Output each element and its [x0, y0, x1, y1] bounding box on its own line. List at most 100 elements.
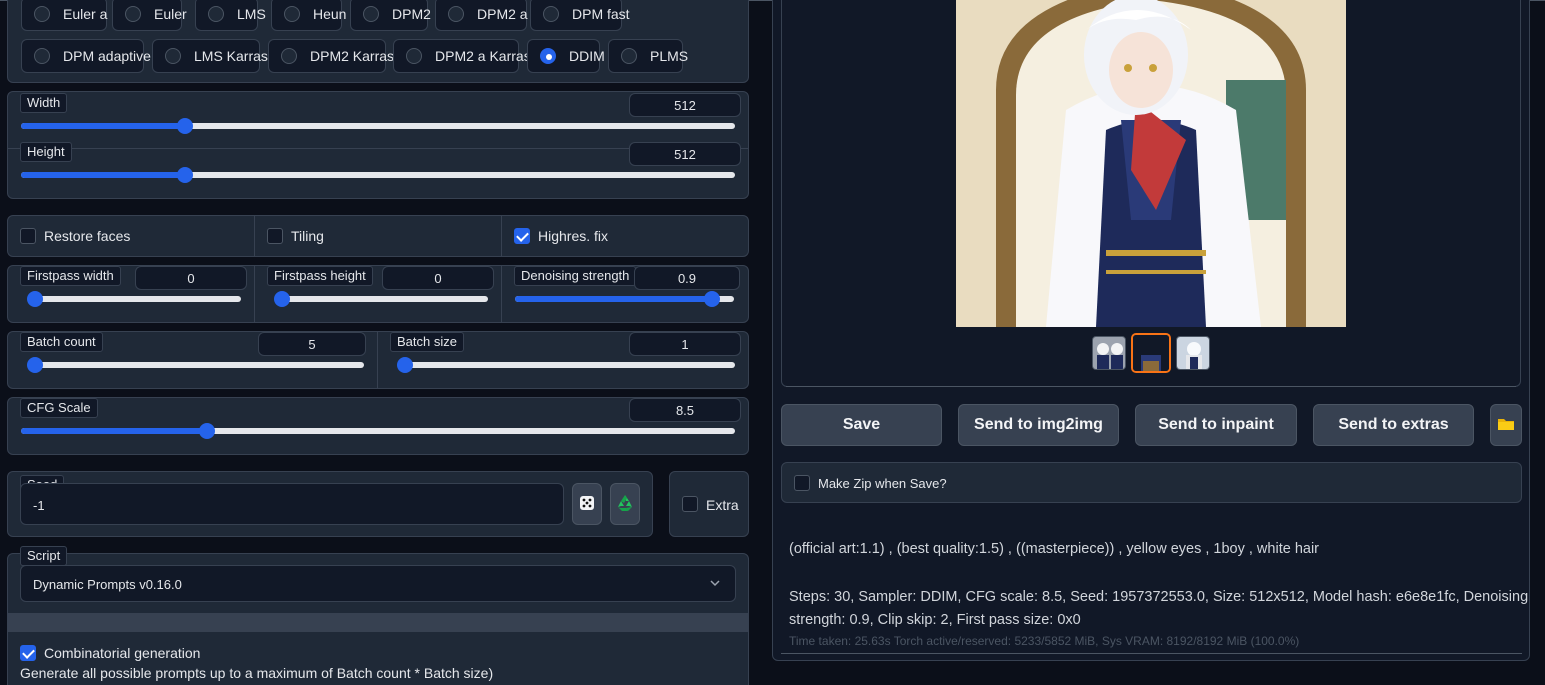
- tiling-label: Tiling: [291, 228, 324, 244]
- combinatorial-label: Combinatorial generation: [44, 645, 201, 661]
- sampler-option-dpm-fast[interactable]: DPM fast: [530, 0, 630, 31]
- sampler-option-label: Heun: [313, 6, 347, 22]
- sampler-option-label: PLMS: [650, 48, 689, 64]
- sampler-option-label: LMS Karras: [194, 48, 268, 64]
- firstpass-width-input[interactable]: 0: [135, 266, 247, 290]
- sampler-option-label: Euler a: [63, 6, 108, 22]
- script-dropdown[interactable]: Dynamic Prompts v0.16.0: [20, 565, 736, 602]
- radio-button[interactable]: [34, 48, 50, 64]
- tiling-checkbox[interactable]: [267, 228, 283, 244]
- radio-button[interactable]: [363, 6, 379, 22]
- sampler-option-label: Euler: [154, 6, 187, 22]
- batch-divider: [377, 332, 378, 388]
- generated-image[interactable]: [956, 0, 1346, 327]
- seed-input[interactable]: -1: [20, 483, 564, 525]
- height-slider[interactable]: [21, 167, 735, 183]
- time-taken-text: Time taken: 25.63s Torch active/reserved…: [789, 634, 1300, 648]
- cfg-scale-thumb[interactable]: [198, 423, 215, 439]
- sampler-option-euler[interactable]: Euler: [112, 0, 187, 31]
- batch-size-slider[interactable]: [397, 357, 735, 373]
- cfg-scale-input[interactable]: 8.5: [629, 398, 741, 422]
- sampler-option-heun[interactable]: Heun: [271, 0, 346, 31]
- batch-size-input[interactable]: 1: [629, 332, 741, 356]
- make-zip-label: Make Zip when Save?: [818, 476, 947, 491]
- denoising-input[interactable]: 0.9: [634, 266, 740, 290]
- highres-divider-2: [501, 266, 502, 322]
- sampler-option-label: DPM2: [392, 6, 431, 22]
- reuse-seed-button[interactable]: [610, 483, 640, 525]
- batch-count-thumb[interactable]: [27, 357, 43, 373]
- sampler-option-label: DDIM: [569, 48, 605, 64]
- send-to-inpaint-button[interactable]: Send to inpaint: [1135, 404, 1297, 446]
- batch-count-slider[interactable]: [27, 357, 364, 373]
- gallery-thumbnail-1[interactable]: [1092, 336, 1126, 370]
- save-button[interactable]: Save: [781, 404, 942, 446]
- chevron-down-icon: [709, 577, 721, 592]
- firstpass-width-thumb[interactable]: [27, 291, 43, 307]
- seed-value: -1: [33, 498, 45, 513]
- random-seed-button[interactable]: [572, 483, 602, 525]
- width-slider[interactable]: [21, 118, 735, 134]
- sampler-option-dpm2-karras[interactable]: DPM2 Karras: [268, 39, 394, 73]
- extra-checkbox[interactable]: [682, 496, 698, 512]
- sampler-option-dpm2-a-karras[interactable]: DPM2 a Karras: [393, 39, 531, 73]
- open-folder-button[interactable]: [1490, 404, 1522, 446]
- sampler-option-label: DPM adaptive: [63, 48, 151, 64]
- options-divider-2: [501, 216, 502, 256]
- width-input[interactable]: 512: [629, 93, 741, 117]
- radio-button[interactable]: [34, 6, 50, 22]
- dice-icon: [578, 494, 596, 515]
- radio-button[interactable]: [448, 6, 464, 22]
- radio-button[interactable]: [543, 6, 559, 22]
- sampler-option-dpm2[interactable]: DPM2: [350, 0, 431, 31]
- restore-faces-label: Restore faces: [44, 228, 131, 244]
- sampler-option-lms-karras[interactable]: LMS Karras: [152, 39, 268, 73]
- radio-button[interactable]: [540, 48, 556, 64]
- gallery-thumbnail-3[interactable]: [1176, 336, 1210, 370]
- radio-button[interactable]: [281, 48, 297, 64]
- batch-size-label: Batch size: [390, 332, 464, 352]
- radio-button[interactable]: [125, 6, 141, 22]
- firstpass-height-thumb[interactable]: [274, 291, 290, 307]
- send-to-extras-button[interactable]: Send to extras: [1313, 404, 1474, 446]
- sampler-option-plms[interactable]: PLMS: [608, 39, 688, 73]
- batch-count-input[interactable]: 5: [258, 332, 366, 356]
- height-input[interactable]: 512: [629, 142, 741, 166]
- sampler-option-dpm2-a[interactable]: DPM2 a: [435, 0, 528, 31]
- sampler-option-euler-a[interactable]: Euler a: [21, 0, 107, 31]
- firstpass-height-slider[interactable]: [274, 291, 488, 307]
- radio-button[interactable]: [406, 48, 422, 64]
- restore-faces-checkbox[interactable]: [20, 228, 36, 244]
- generation-prompt-text: (official art:1.1) , (best quality:1.5) …: [789, 541, 1319, 557]
- denoising-thumb[interactable]: [704, 291, 721, 307]
- sampler-option-dpm-adaptive[interactable]: DPM adaptive: [21, 39, 151, 73]
- gallery-thumbnail-2-selected[interactable]: [1131, 333, 1171, 373]
- script-label: Script: [20, 546, 68, 566]
- sampler-option-label: DPM2 Karras: [310, 48, 395, 64]
- make-zip-checkbox[interactable]: [794, 475, 810, 491]
- sampler-option-lms[interactable]: LMS: [195, 0, 266, 31]
- radio-button[interactable]: [208, 6, 224, 22]
- extra-label: Extra: [706, 497, 739, 513]
- firstpass-height-input[interactable]: 0: [382, 266, 494, 290]
- batch-size-thumb[interactable]: [397, 357, 413, 373]
- highres-fix-checkbox[interactable]: [514, 228, 530, 244]
- sampler-option-label: DPM2 a: [477, 6, 528, 22]
- batch-count-label: Batch count: [20, 332, 103, 352]
- sampler-option-ddim[interactable]: DDIM: [527, 39, 605, 73]
- send-to-img2img-button[interactable]: Send to img2img: [958, 404, 1119, 446]
- script-selected: Dynamic Prompts v0.16.0: [33, 577, 182, 592]
- cfg-scale-label: CFG Scale: [20, 398, 98, 418]
- script-separator-bar: [8, 613, 748, 632]
- highres-divider-1: [254, 266, 255, 322]
- cfg-scale-slider[interactable]: [21, 423, 735, 439]
- radio-button[interactable]: [165, 48, 181, 64]
- denoising-slider[interactable]: [515, 291, 734, 307]
- sampler-option-label: DPM fast: [572, 6, 630, 22]
- combinatorial-checkbox[interactable]: [20, 645, 36, 661]
- radio-button[interactable]: [621, 48, 637, 64]
- radio-button[interactable]: [284, 6, 300, 22]
- recycle-icon: [615, 493, 635, 516]
- width-label: Width: [20, 93, 68, 113]
- firstpass-width-slider[interactable]: [27, 291, 241, 307]
